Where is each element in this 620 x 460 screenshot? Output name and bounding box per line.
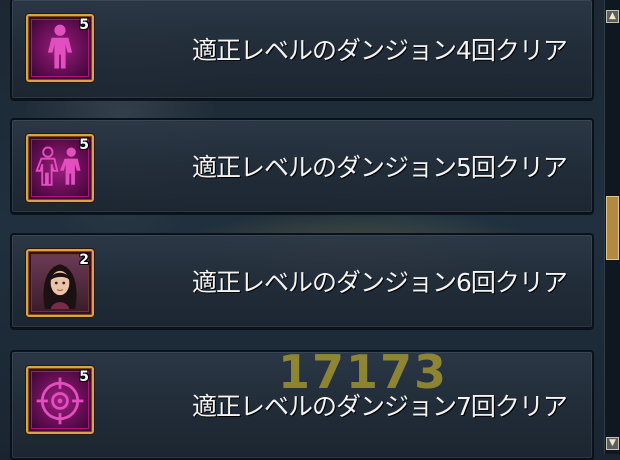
reward-count: 2 bbox=[79, 252, 89, 268]
scroll-thumb[interactable] bbox=[606, 196, 619, 260]
reward-slot[interactable]: 2 bbox=[26, 249, 94, 317]
achievement-label: 適正レベルのダンジョン6回クリア bbox=[192, 268, 568, 297]
achievement-row[interactable]: 2 適正レベルのダンジョン6回クリア bbox=[10, 233, 594, 329]
reward-count: 5 bbox=[79, 17, 89, 33]
achievement-label: 適正レベルのダンジョン4回クリア bbox=[192, 36, 568, 65]
scroll-up-icon[interactable]: ▲ bbox=[606, 10, 619, 23]
scroll-down-icon[interactable]: ▼ bbox=[606, 437, 619, 450]
scrollbar[interactable]: ▲ ▼ bbox=[604, 0, 620, 454]
reward-slot[interactable]: 5 bbox=[26, 366, 94, 434]
reward-count: 5 bbox=[79, 137, 89, 153]
reward-slot[interactable]: 5 bbox=[26, 14, 94, 82]
reward-slot[interactable]: 5 bbox=[26, 134, 94, 202]
reward-count: 5 bbox=[79, 369, 89, 385]
achievement-label: 適正レベルのダンジョン5回クリア bbox=[192, 153, 568, 182]
achievement-row[interactable]: 5 適正レベルのダンジョン5回クリア bbox=[10, 118, 594, 214]
achievement-row[interactable]: 5 適正レベルのダンジョン4回クリア bbox=[10, 0, 594, 100]
site-watermark: 17173 bbox=[278, 345, 449, 399]
